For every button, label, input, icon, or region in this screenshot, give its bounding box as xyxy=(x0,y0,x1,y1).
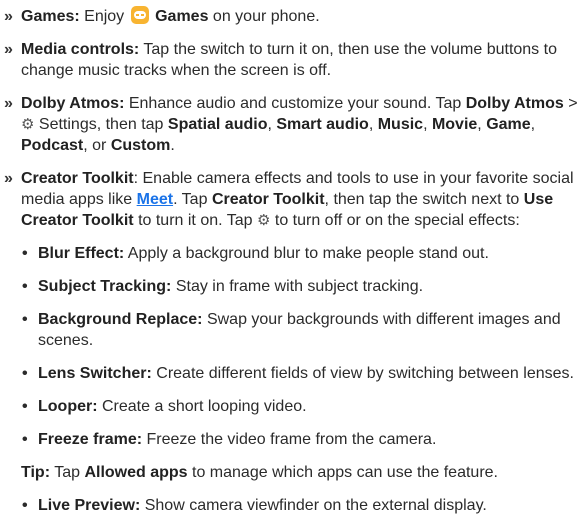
effect-label: Lens Switcher: xyxy=(38,365,152,382)
list-item-dolby-atmos: » Dolby Atmos: Enhance audio and customi… xyxy=(4,95,578,154)
item-text: on your phone. xyxy=(212,8,320,25)
list-item-media-controls: » Media controls: Tap the switch to turn… xyxy=(0,39,586,81)
dolby-atmos-label: Dolby Atmos xyxy=(465,95,564,112)
games-app-icon xyxy=(130,6,149,24)
tip-text: to manage which apps can use the feature… xyxy=(192,464,498,481)
item-text: Settings, then tap xyxy=(38,116,164,133)
effect-label: Blur Effect: xyxy=(38,245,125,262)
allowed-apps-label: Allowed apps xyxy=(84,464,188,481)
bullet-dot: • xyxy=(22,365,28,382)
effect-label: Subject Tracking: xyxy=(38,278,172,295)
effect-item-background-replace: • Background Replace: Swap your backgrou… xyxy=(0,309,586,351)
effect-label: Freeze frame: xyxy=(38,431,143,448)
item-label: Media controls: xyxy=(21,41,140,58)
effect-item-lens-switcher: • Lens Switcher: Create different fields… xyxy=(0,363,586,384)
document-page: » Games: Enjoy Games on your phone. » Me… xyxy=(0,0,586,516)
or-text: or xyxy=(92,137,107,154)
effect-item-subject-tracking: • Subject Tracking: Stay in frame with s… xyxy=(0,276,586,297)
tip-text: Tap xyxy=(54,464,80,481)
list-item-games: » Games: Enjoy Games on your phone. xyxy=(0,6,586,27)
item-label-games: Games xyxy=(155,8,209,25)
item-label: Games: xyxy=(21,8,80,25)
item-label: Dolby Atmos: xyxy=(21,95,125,112)
option-spatial-audio: Spatial audio xyxy=(167,116,268,133)
arrow-bullet: » xyxy=(4,41,13,58)
bullet-dot: • xyxy=(22,311,28,328)
item-text: , then tap the switch next to xyxy=(324,191,520,208)
bullet-dot: • xyxy=(22,497,28,514)
effect-label: Looper: xyxy=(38,398,98,415)
bullet-dot: • xyxy=(22,398,28,415)
arrow-bullet: » xyxy=(4,95,13,112)
bullet-dot: • xyxy=(22,245,28,262)
effect-text: Freeze the video frame from the camera. xyxy=(146,431,437,448)
gear-icon: ⚙ xyxy=(256,212,271,229)
list-item-creator-toolkit: » Creator Toolkit: Enable camera effects… xyxy=(0,168,586,231)
option-music: Music xyxy=(377,116,424,133)
effect-text: Show camera viewfinder on the external d… xyxy=(144,497,487,514)
bullet-dot: • xyxy=(22,431,28,448)
effect-item-looper: • Looper: Create a short looping video. xyxy=(0,396,586,417)
arrow-bullet: » xyxy=(4,8,13,25)
effect-item-freeze-frame: • Freeze frame: Freeze the video frame f… xyxy=(0,429,586,450)
item-text: . Tap xyxy=(173,191,208,208)
option-movie: Movie xyxy=(431,116,478,133)
option-smart-audio: Smart audio xyxy=(276,116,369,133)
tip-label: Tip: xyxy=(21,464,51,481)
option-custom: Custom xyxy=(110,137,171,154)
effect-label: Live Preview: xyxy=(38,497,141,514)
meet-link[interactable]: Meet xyxy=(137,191,173,208)
separator: > xyxy=(568,95,578,112)
item-label: Creator Toolkit xyxy=(21,170,134,187)
tip-note: Tip: Tap Allowed apps to manage which ap… xyxy=(0,462,586,483)
item-text: Enjoy xyxy=(84,8,125,25)
option-podcast: Podcast xyxy=(21,137,84,154)
creator-toolkit-label: Creator Toolkit xyxy=(211,191,325,208)
item-text: to turn it on. Tap xyxy=(138,212,253,229)
arrow-bullet: » xyxy=(4,170,13,187)
gear-icon: ⚙ xyxy=(21,116,35,133)
effect-item-blur: • Blur Effect: Apply a background blur t… xyxy=(0,243,586,264)
bullet-dot: • xyxy=(22,278,28,295)
effect-item-live-preview: • Live Preview: Show camera viewfinder o… xyxy=(0,495,586,516)
effect-text: Create different fields of view by switc… xyxy=(156,365,574,382)
effect-label: Background Replace: xyxy=(38,311,203,328)
effect-text: Apply a background blur to make people s… xyxy=(127,245,489,262)
item-text: Enhance audio and customize your sound. … xyxy=(128,95,462,112)
effect-text: Stay in frame with subject tracking. xyxy=(175,278,424,295)
effect-text: Create a short looping video. xyxy=(102,398,307,415)
item-text: to turn off or on the special effects: xyxy=(274,212,520,229)
option-game: Game xyxy=(486,116,531,133)
